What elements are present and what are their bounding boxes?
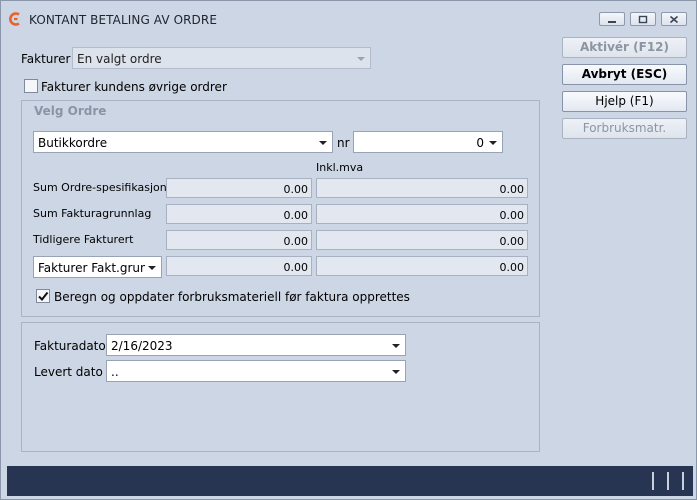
update-consumables-checkbox[interactable] (36, 289, 50, 303)
chevron-down-icon (392, 370, 400, 374)
consumables-button[interactable]: Forbruksmatr. (562, 118, 687, 139)
activate-button[interactable]: Aktivér (F12) (562, 37, 687, 58)
tidligere-fakturert-label: Tidligere Fakturert (33, 233, 134, 246)
chevron-down-icon (392, 344, 400, 348)
inkl-mva-label: Inkl.mva (316, 161, 364, 174)
chevron-down-icon (489, 141, 497, 145)
close-icon (669, 15, 679, 24)
help-button[interactable]: Hjelp (F1) (562, 91, 687, 112)
fakturer-basis-value-mva: 0.00 (316, 256, 528, 276)
status-bar (7, 466, 693, 496)
nr-label: nr (337, 136, 350, 150)
dialog-window: KONTANT BETALING AV ORDRE Fakturer En va… (0, 0, 697, 500)
minimize-icon (608, 21, 616, 23)
levert-dato-picker[interactable]: .. (106, 360, 406, 382)
sum-fakturagrunnlag-value: 0.00 (166, 204, 312, 224)
chevron-down-icon (148, 266, 156, 270)
tidligere-fakturert-value-mva: 0.00 (316, 230, 528, 250)
fakturer-label: Fakturer (21, 52, 71, 66)
minimize-button[interactable] (599, 12, 625, 26)
window-title: KONTANT BETALING AV ORDRE (29, 13, 218, 27)
levert-dato-label: Levert dato (34, 365, 103, 379)
other-orders-label: Fakturer kundens øvrige ordrer (41, 80, 227, 94)
cancel-button[interactable]: Avbryt (ESC) (562, 64, 687, 85)
status-separator (682, 472, 684, 490)
title-bar: KONTANT BETALING AV ORDRE (1, 1, 696, 37)
sum-fakturagrunnlag-value-mva: 0.00 (316, 204, 528, 224)
chevron-down-icon (357, 57, 365, 61)
chevron-down-icon (319, 141, 327, 145)
fakturer-basis-value: 0.00 (166, 256, 312, 276)
status-separator (652, 472, 654, 490)
close-button[interactable] (661, 12, 687, 26)
app-logo-icon (9, 12, 20, 26)
sum-ordre-value: 0.00 (166, 178, 312, 198)
fakturer-basis-select[interactable]: Fakturer Fakt.grunnl (33, 256, 162, 278)
order-type-select[interactable]: Butikkordre (33, 131, 333, 153)
fakturadato-picker[interactable]: 2/16/2023 (106, 334, 406, 356)
velg-ordre-title: Velg Ordre (34, 104, 107, 118)
order-number-select[interactable]: 0 (353, 131, 503, 153)
checkmark-icon (38, 291, 49, 302)
tidligere-fakturert-value: 0.00 (166, 230, 312, 250)
sum-ordre-value-mva: 0.00 (316, 178, 528, 198)
sum-ordre-label: Sum Ordre-spesifikasjon (33, 181, 167, 194)
fakturer-select[interactable]: En valgt ordre (72, 47, 371, 69)
maximize-icon (638, 15, 648, 24)
sum-fakturagrunnlag-label: Sum Fakturagrunnlag (33, 207, 152, 220)
maximize-button[interactable] (630, 12, 656, 26)
fakturadato-label: Fakturadato (34, 339, 106, 353)
status-separator (667, 472, 669, 490)
other-orders-checkbox[interactable] (24, 79, 38, 93)
update-consumables-label: Beregn og oppdater forbruksmateriell før… (54, 290, 410, 304)
